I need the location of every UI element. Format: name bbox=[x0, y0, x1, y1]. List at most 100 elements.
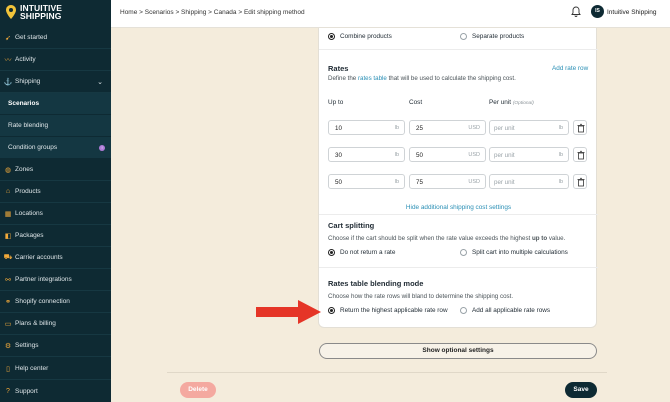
sidebar-item-label: Rate blending bbox=[8, 122, 49, 129]
show-optional-settings-button[interactable]: Show optional settings bbox=[319, 343, 597, 359]
delete-row-button[interactable] bbox=[573, 120, 587, 135]
sidebar-item-packages[interactable]: ◧ Packages bbox=[0, 225, 111, 247]
tag-icon: ⌂ bbox=[5, 188, 11, 195]
add-all-rates-option[interactable]: Add all applicable rate rows bbox=[460, 307, 550, 314]
top-bar: Home > Scenarios > Shipping > Canada > E… bbox=[111, 0, 670, 28]
status-badge: ! bbox=[99, 145, 105, 151]
sidebar-item-locations[interactable]: ▦ Locations bbox=[0, 203, 111, 225]
brand-logo[interactable]: INTUITIVE SHIPPING bbox=[6, 4, 62, 20]
option-label: Do not return a rate bbox=[339, 249, 396, 257]
radio-unselected[interactable] bbox=[460, 307, 467, 314]
radio-selected[interactable] bbox=[328, 307, 335, 314]
sidebar-item-label: Help center bbox=[15, 365, 49, 372]
sidebar-item-label: Shipping bbox=[15, 78, 41, 85]
divider bbox=[319, 214, 598, 215]
option-label: Split cart into multiple calculations bbox=[471, 249, 568, 257]
add-rate-row-link[interactable]: Add rate row bbox=[552, 65, 588, 72]
sidebar-item-support[interactable]: ? Support bbox=[0, 380, 111, 402]
support-icon: ? bbox=[6, 387, 10, 395]
footer-divider bbox=[167, 372, 607, 373]
cost-input[interactable]: 75 USD bbox=[409, 174, 486, 189]
sidebar-item-label: Shopify connection bbox=[15, 298, 70, 305]
sidebar-item-settings[interactable]: ⚙ Settings bbox=[0, 335, 111, 357]
sidebar-item-plans-billing[interactable]: ▭ Plans & billing bbox=[0, 313, 111, 335]
sidebar-item-carrier-accounts[interactable]: ⛟ Carrier accounts bbox=[0, 247, 111, 269]
column-header-up-to: Up to bbox=[328, 99, 344, 106]
cost-input[interactable]: 50 USD bbox=[409, 147, 486, 162]
cart-splitting-description: Choose if the cart should be split when … bbox=[328, 235, 566, 242]
blending-mode-description: Choose how the rate rows will bland to d… bbox=[328, 293, 514, 300]
sidebar-item-label: Products bbox=[15, 188, 41, 195]
sidebar-item-label: Carrier accounts bbox=[15, 254, 63, 261]
user-name[interactable]: Intuitive Shipping bbox=[607, 9, 657, 16]
sidebar-item-label: Condition groups bbox=[8, 144, 58, 151]
sidebar-item-label: Scenarios bbox=[8, 100, 40, 107]
sidebar-item-label: Plans & billing bbox=[15, 320, 56, 327]
column-header-per-unit: Per unit (Optional) bbox=[489, 99, 534, 106]
trash-icon bbox=[577, 150, 585, 160]
option-label: Return the highest applicable rate row bbox=[339, 307, 448, 315]
sidebar: INTUITIVE SHIPPING ➹ Get started 〰 Activ… bbox=[0, 0, 111, 402]
sidebar-item-shipping[interactable]: ⚓ Shipping ⌄ bbox=[0, 71, 111, 93]
radio-unselected[interactable] bbox=[460, 33, 467, 40]
bell-icon[interactable] bbox=[571, 6, 581, 18]
sidebar-item-activity[interactable]: 〰 Activity bbox=[0, 49, 111, 71]
rates-title: Rates bbox=[328, 64, 349, 73]
sidebar-item-rate-blending[interactable]: Rate blending bbox=[0, 115, 111, 137]
blending-mode-title: Rates table blending mode bbox=[328, 279, 424, 288]
per-unit-input[interactable]: per unit lb bbox=[489, 147, 569, 162]
radio-selected[interactable] bbox=[328, 249, 335, 256]
sidebar-item-label: Partner integrations bbox=[15, 276, 72, 283]
brand-name-line2: SHIPPING bbox=[20, 11, 62, 21]
sidebar-item-help-center[interactable]: ▯ Help center bbox=[0, 358, 111, 380]
delete-button[interactable]: Delete bbox=[180, 382, 216, 398]
sidebar-item-get-started[interactable]: ➹ Get started bbox=[0, 27, 111, 49]
up-to-input[interactable]: 50 lb bbox=[328, 174, 405, 189]
sidebar-item-zones[interactable]: ◍ Zones bbox=[0, 159, 111, 181]
save-button[interactable]: Save bbox=[565, 382, 597, 398]
combine-products-option[interactable]: Combine products bbox=[328, 33, 392, 40]
sidebar-nav: ➹ Get started 〰 Activity ⚓ Shipping ⌄ Sc… bbox=[0, 27, 111, 357]
delete-row-button[interactable] bbox=[573, 174, 587, 189]
cart-splitting-title: Cart splitting bbox=[328, 221, 375, 230]
sidebar-item-partner-integrations[interactable]: ⚯ Partner integrations bbox=[0, 269, 111, 291]
breadcrumb[interactable]: Home > Scenarios > Shipping > Canada > E… bbox=[120, 9, 305, 16]
option-label: Separate products bbox=[471, 33, 525, 41]
sidebar-item-label: Support bbox=[15, 387, 38, 395]
delete-row-button[interactable] bbox=[573, 147, 587, 162]
sidebar-item-label: Settings bbox=[15, 342, 39, 349]
sidebar-item-scenarios[interactable]: Scenarios bbox=[0, 93, 111, 115]
return-highest-rate-option[interactable]: Return the highest applicable rate row bbox=[328, 307, 448, 314]
split-cart-option[interactable]: Split cart into multiple calculations bbox=[460, 249, 568, 256]
radio-selected[interactable] bbox=[328, 33, 335, 40]
separate-products-option[interactable]: Separate products bbox=[460, 33, 524, 40]
globe-icon: ◍ bbox=[4, 166, 12, 174]
sidebar-item-shopify-connection[interactable]: ⚭ Shopify connection bbox=[0, 291, 111, 313]
up-to-input[interactable]: 30 lb bbox=[328, 147, 405, 162]
per-unit-input[interactable]: per unit lb bbox=[489, 174, 569, 189]
sidebar-item-label: Zones bbox=[15, 166, 34, 173]
box-icon: ◧ bbox=[4, 232, 12, 240]
do-not-return-rate-option[interactable]: Do not return a rate bbox=[328, 249, 395, 256]
activity-icon: 〰 bbox=[4, 56, 12, 64]
radio-unselected[interactable] bbox=[460, 249, 467, 256]
sidebar-item-condition-groups[interactable]: Condition groups ! bbox=[0, 137, 111, 159]
trash-icon bbox=[577, 177, 585, 187]
rates-table-link[interactable]: rates table bbox=[358, 75, 387, 82]
up-to-input[interactable]: 10 lb bbox=[328, 120, 405, 135]
location-pin-icon bbox=[6, 5, 16, 19]
hide-additional-settings-link[interactable]: Hide additional shipping cost settings bbox=[319, 204, 598, 211]
avatar[interactable]: IS bbox=[591, 5, 604, 18]
sidebar-item-products[interactable]: ⌂ Products bbox=[0, 181, 111, 203]
sidebar-item-label: Locations bbox=[15, 210, 43, 217]
per-unit-input[interactable]: per unit lb bbox=[489, 120, 569, 135]
trash-icon bbox=[577, 123, 585, 133]
sidebar-bottom-nav: ▯ Help center ? Support bbox=[0, 358, 111, 402]
divider bbox=[319, 267, 598, 268]
red-arrow-annotation bbox=[256, 300, 321, 324]
column-header-cost: Cost bbox=[409, 99, 423, 106]
shipping-method-card: Combine products Separate products Rates… bbox=[318, 28, 598, 328]
rates-description: Define the rates table that will be used… bbox=[328, 75, 516, 82]
cost-input[interactable]: 25 USD bbox=[409, 120, 486, 135]
building-icon: ▦ bbox=[4, 210, 12, 218]
